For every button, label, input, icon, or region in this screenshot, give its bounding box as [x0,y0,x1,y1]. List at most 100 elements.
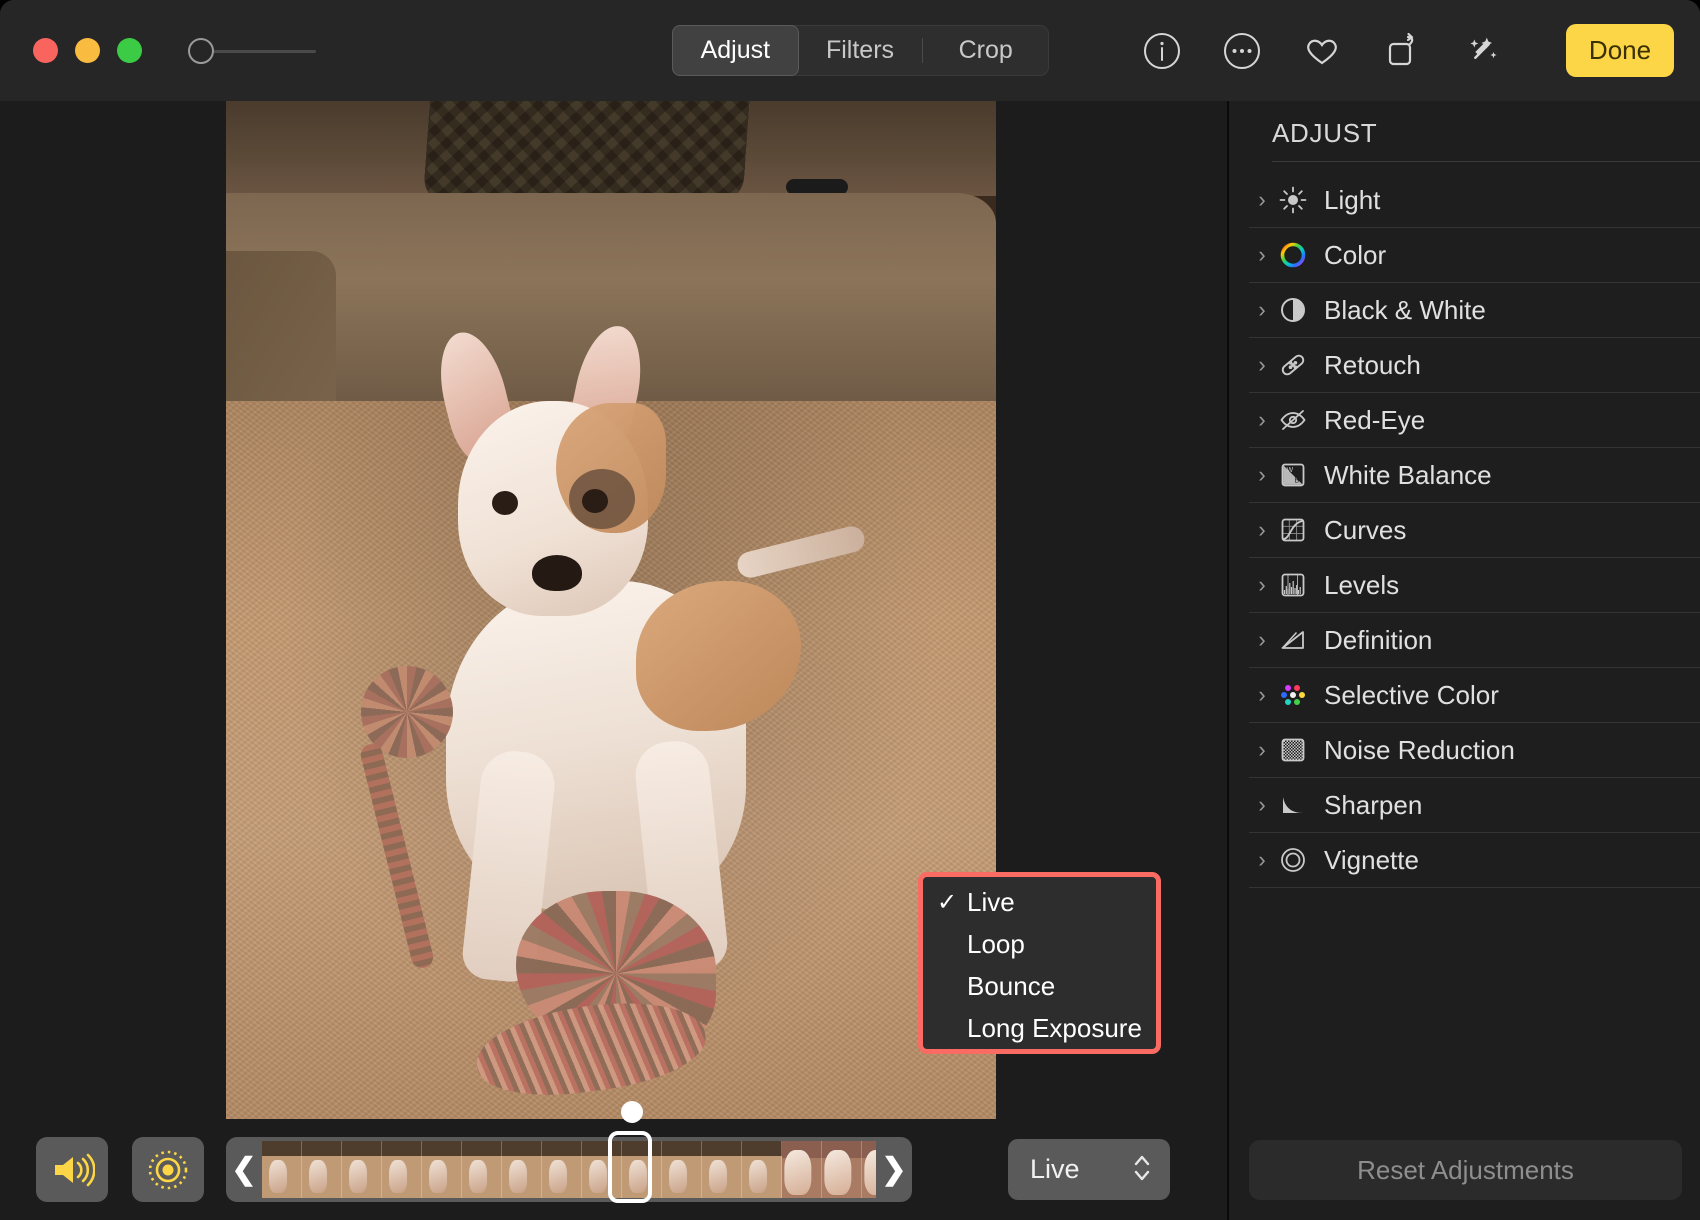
sidebar-title-divider [1272,161,1700,162]
filmstrip-frame[interactable] [382,1141,422,1198]
filmstrip-frame[interactable] [262,1141,302,1198]
tab-adjust[interactable]: Adjust [672,25,799,76]
chevron-right-icon[interactable]: › [1249,187,1275,213]
live-photo-icon[interactable] [132,1137,204,1202]
filmstrip-frame[interactable] [502,1141,542,1198]
filmstrip-scrubber[interactable]: ❮ ❯ [226,1137,912,1202]
sidebar-item-selective-color[interactable]: › Selective Color [1249,668,1700,723]
toolbar-icon-group [1140,0,1504,101]
speaker-icon[interactable] [36,1137,108,1202]
filmstrip-prev-arrow[interactable]: ❮ [226,1152,262,1187]
sidebar-item-label: Vignette [1324,844,1419,875]
chevron-right-icon[interactable]: › [1249,297,1275,323]
sidebar-item-label: White Balance [1324,459,1492,490]
favorite-heart-icon[interactable] [1300,29,1344,73]
done-button[interactable]: Done [1566,24,1674,77]
color-wheel-icon [1278,240,1308,270]
filmstrip-frame[interactable] [302,1141,342,1198]
window-traffic-lights [33,38,142,63]
chevron-right-icon[interactable]: › [1249,517,1275,543]
filmstrip-frame[interactable] [862,1141,876,1198]
chevron-right-icon[interactable]: › [1249,352,1275,378]
filmstrip-frame[interactable] [782,1141,822,1198]
sidebar-item-label: Curves [1324,514,1407,545]
filmstrip-frames[interactable] [262,1141,876,1198]
sidebar-item-definition[interactable]: › Definition [1249,613,1700,668]
noise-reduction-icon [1278,735,1308,765]
chevron-right-icon[interactable]: › [1249,242,1275,268]
sidebar-item-label: Red-Eye [1324,404,1426,435]
filmstrip-frame[interactable] [662,1141,702,1198]
info-icon[interactable] [1140,29,1184,73]
sidebar-item-vignette[interactable]: › Vignette [1249,833,1700,888]
brightness-sun-icon [1278,185,1308,215]
sidebar-item-sharpen[interactable]: › Sharpen [1249,778,1700,833]
sidebar-item-retouch[interactable]: › Retouch [1249,338,1700,393]
reset-adjustments-button[interactable]: Reset Adjustments [1249,1140,1682,1200]
filmstrip-frame[interactable] [702,1141,742,1198]
tab-filters[interactable]: Filters [798,26,923,75]
mode-segmented-control[interactable]: Adjust Filters Crop [672,25,1049,76]
sidebar-item-black-and-white[interactable]: › Black & White [1249,283,1700,338]
filmstrip-frame[interactable] [742,1141,782,1198]
chevron-right-icon[interactable]: › [1249,792,1275,818]
live-mode-select-value: Live [1030,1154,1080,1184]
zoom-slider-knob[interactable] [188,37,214,64]
rotate-icon[interactable] [1380,29,1424,73]
svg-text:B: B [1295,478,1300,485]
chevron-right-icon[interactable]: › [1249,462,1275,488]
half-circle-contrast-icon [1278,295,1308,325]
chevron-right-icon[interactable]: › [1249,572,1275,598]
live-mode-select[interactable]: Live [1008,1139,1170,1200]
maximize-window-button[interactable] [117,38,142,63]
curves-icon [1278,515,1308,545]
filmstrip-frame[interactable] [822,1141,862,1198]
photos-editor-window: Adjust Filters Crop Done ❮ ❯ Live ADJUST… [0,0,1700,1220]
playhead-frame-outline [608,1131,652,1203]
live-mode-popup-menu[interactable]: ✓ Live Loop Bounce Long Exposure [918,872,1161,1054]
sidebar-item-red-eye[interactable]: › Red-Eye [1249,393,1700,448]
minimize-window-button[interactable] [75,38,100,63]
sidebar-item-curves[interactable]: › Curves [1249,503,1700,558]
sidebar-item-color[interactable]: › Color [1249,228,1700,283]
chevron-right-icon[interactable]: › [1249,627,1275,653]
bandage-icon [1278,350,1308,380]
menu-item-live[interactable]: ✓ Live [923,881,1156,923]
menu-item-bounce[interactable]: Bounce [923,965,1156,1007]
filmstrip-frame[interactable] [462,1141,502,1198]
adjustment-list: › Light › Color › Black & White › Retouc… [1229,173,1700,888]
chevron-right-icon[interactable]: › [1249,407,1275,433]
dog-nose [532,555,582,591]
top-toolbar: Adjust Filters Crop Done [0,0,1700,101]
sidebar-item-label: Sharpen [1324,789,1423,820]
filmstrip-playhead[interactable] [608,1101,652,1213]
sidebar-item-light[interactable]: › Light [1249,173,1700,228]
filmstrip-next-arrow[interactable]: ❯ [876,1152,912,1187]
close-window-button[interactable] [33,38,58,63]
chevron-right-icon[interactable]: › [1249,737,1275,763]
zoom-slider[interactable] [188,37,318,64]
sidebar-item-levels[interactable]: › Levels [1249,558,1700,613]
menu-item-label: Live [967,886,1015,917]
filmstrip-frame[interactable] [342,1141,382,1198]
svg-text:W: W [1287,467,1294,474]
more-options-icon[interactable] [1220,29,1264,73]
sidebar-item-label: Color [1324,239,1387,270]
sidebar-item-noise-reduction[interactable]: › Noise Reduction [1249,723,1700,778]
vignette-rings-icon [1278,845,1308,875]
auto-enhance-icon[interactable] [1460,29,1504,73]
chevron-right-icon[interactable]: › [1249,682,1275,708]
photo-canvas[interactable] [226,101,996,1125]
filmstrip-frame[interactable] [542,1141,582,1198]
checkmark-icon: ✓ [937,888,958,916]
sidebar-item-white-balance[interactable]: › W B White Balance [1249,448,1700,503]
selective-color-dots-icon [1278,680,1308,710]
menu-item-loop[interactable]: Loop [923,923,1156,965]
filmstrip-frame[interactable] [422,1141,462,1198]
sidebar-item-label: Black & White [1324,294,1486,325]
menu-item-long-exposure[interactable]: Long Exposure [923,1007,1156,1049]
dog-body-patch [636,581,801,731]
chevron-right-icon[interactable]: › [1249,847,1275,873]
sidebar-item-label: Retouch [1324,349,1421,380]
tab-crop[interactable]: Crop [923,26,1048,75]
